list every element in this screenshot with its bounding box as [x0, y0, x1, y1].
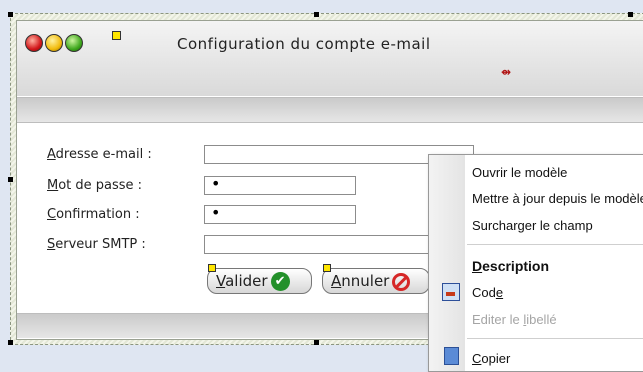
- close-icon[interactable]: [25, 34, 43, 52]
- control-handle[interactable]: [112, 31, 121, 40]
- maximize-icon[interactable]: [65, 34, 83, 52]
- context-menu: Ouvrir le modèle Mettre à jour depuis le…: [428, 154, 643, 372]
- minimize-icon[interactable]: [45, 34, 63, 52]
- button-handle[interactable]: [323, 264, 331, 272]
- code-icon: [442, 283, 460, 301]
- selection-handle[interactable]: [8, 340, 13, 345]
- menu-item-override-field[interactable]: Surcharger le champ: [472, 218, 593, 233]
- button-handle[interactable]: [208, 264, 216, 272]
- selection-handle[interactable]: [8, 177, 13, 182]
- designer-canvas: { "window": { "title": "Configuration du…: [0, 0, 643, 372]
- stop-icon: [392, 272, 411, 291]
- menu-icon-gutter: [429, 155, 465, 371]
- menu-item-update-from-template[interactable]: Mettre à jour depuis le modèle: [472, 191, 643, 206]
- email-label: Adresse e-mail :: [47, 147, 152, 162]
- confirmation-field[interactable]: •: [204, 205, 356, 224]
- window-title: Configuration du compte e-mail: [177, 35, 431, 53]
- arrow-right-icon: ⇴: [501, 65, 512, 79]
- menu-item-description[interactable]: Description: [472, 258, 549, 274]
- selection-handle[interactable]: [314, 340, 319, 345]
- menu-item-copy[interactable]: Copier: [472, 351, 510, 366]
- title-bar: Configuration du compte e-mail ⇴: [17, 21, 643, 96]
- selection-handle[interactable]: [628, 12, 633, 17]
- menu-item-open-template[interactable]: Ouvrir le modèle: [472, 165, 567, 180]
- smtp-label: Serveur SMTP :: [47, 237, 146, 252]
- copy-icon: [444, 347, 459, 365]
- selection-handle[interactable]: [8, 12, 13, 17]
- menu-item-code[interactable]: Code: [472, 285, 503, 300]
- confirmation-label: Confirmation :: [47, 207, 140, 222]
- check-icon: ✔: [270, 272, 290, 291]
- toolbar-strip: [17, 97, 643, 123]
- menu-separator: [467, 244, 643, 245]
- menu-item-edit-label: Editer le libellé: [472, 312, 557, 327]
- selection-handle[interactable]: [314, 12, 319, 17]
- validate-button[interactable]: Valider ✔: [207, 268, 312, 294]
- cancel-button[interactable]: Annuler: [322, 268, 430, 294]
- menu-separator: [467, 338, 643, 339]
- password-label: Mot de passe :: [47, 178, 143, 193]
- password-field[interactable]: •: [204, 176, 356, 195]
